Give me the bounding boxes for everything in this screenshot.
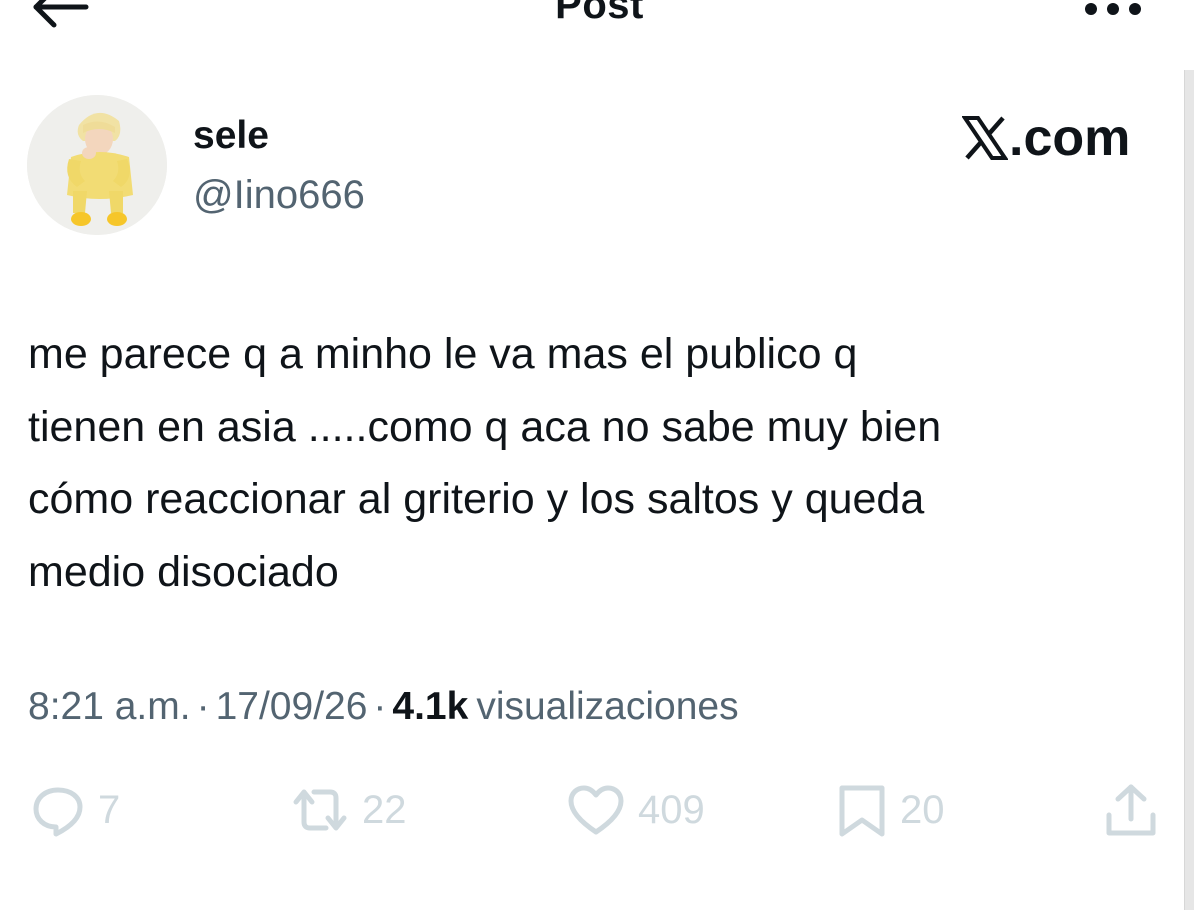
avatar[interactable] bbox=[27, 95, 167, 235]
top-bar: Post bbox=[0, 0, 1199, 40]
profile-photo bbox=[27, 95, 167, 235]
watermark-text: .com bbox=[1009, 109, 1131, 167]
page-title: Post bbox=[555, 0, 644, 27]
meta-separator: · bbox=[196, 685, 210, 728]
more-horizontal-icon bbox=[1085, 3, 1141, 15]
like-count: 409 bbox=[638, 788, 705, 832]
repost-icon bbox=[293, 789, 347, 831]
bookmark-icon bbox=[839, 785, 885, 837]
heart-icon bbox=[568, 785, 624, 835]
post-time[interactable]: 8:21 a.m. bbox=[28, 685, 191, 728]
post-meta: 8:21 a.m. · 17/09/26 · 4.1k visualizaciones bbox=[28, 682, 739, 732]
repost-count: 22 bbox=[362, 788, 407, 832]
repost-button[interactable]: 22 bbox=[290, 780, 407, 840]
reply-count: 7 bbox=[98, 788, 121, 832]
post-date[interactable]: 17/09/26 bbox=[216, 685, 368, 728]
bookmark-button[interactable]: 20 bbox=[836, 780, 945, 840]
more-options-button[interactable] bbox=[1080, 0, 1146, 22]
x-logo-icon bbox=[962, 116, 1008, 160]
x-com-watermark: .com bbox=[962, 108, 1130, 168]
meta-separator: · bbox=[373, 685, 387, 728]
post-text: me parece q a minho le va mas el publico… bbox=[28, 330, 942, 596]
views-label: visualizaciones bbox=[476, 685, 739, 728]
reply-icon bbox=[33, 787, 83, 837]
share-icon bbox=[1106, 784, 1156, 836]
views-count[interactable]: 4.1k bbox=[392, 685, 468, 728]
action-bar: 7 22 409 20 bbox=[0, 780, 1199, 840]
author-handle[interactable]: @Iino666 bbox=[193, 171, 365, 219]
reply-button[interactable]: 7 bbox=[30, 780, 120, 840]
like-button[interactable]: 409 bbox=[566, 780, 705, 840]
bookmark-count: 20 bbox=[900, 788, 945, 832]
share-button[interactable] bbox=[1102, 780, 1160, 840]
author-display-name[interactable]: sele bbox=[193, 113, 269, 159]
